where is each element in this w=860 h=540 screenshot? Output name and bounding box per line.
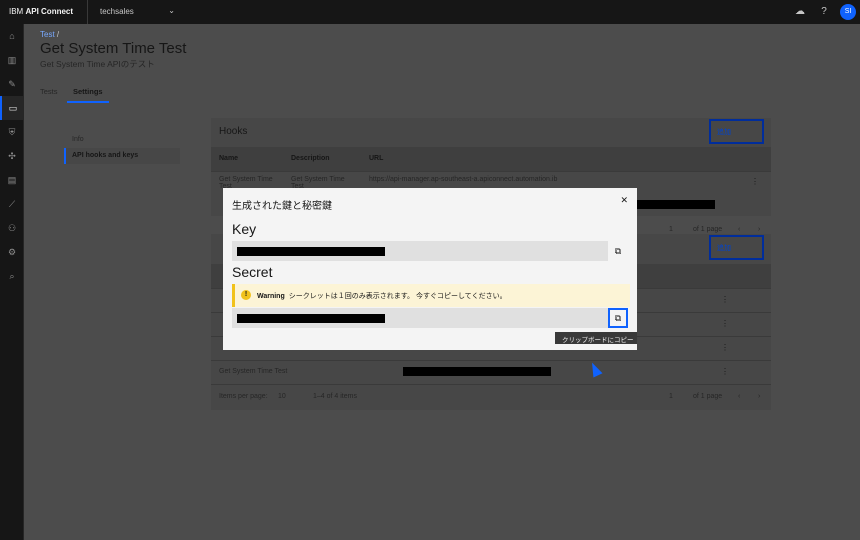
warning-notification: ! Warning シークレットは１回のみ表示されます。 今すぐコピーしてください… (232, 284, 630, 307)
analytics-icon[interactable]: ⟋ (0, 192, 24, 216)
next-page-icon[interactable]: › (758, 393, 760, 400)
chevron-down-icon: ⌄ (168, 6, 175, 15)
kebab-icon[interactable]: ⋮ (721, 319, 729, 328)
secret-label: Secret (232, 264, 273, 280)
top-bar: IBM API Connect techsales ⌄ ☁ ? SI (0, 0, 860, 24)
brand-name: API Connect (25, 7, 74, 16)
brand-prefix: IBM (9, 7, 24, 16)
side-nav: ⌂ ▥ ✎ ▭ ⛨ ✣ ▤ ⟋ ⚇ ⚙ ⌕ (0, 24, 24, 540)
page-select[interactable]: 1 (669, 226, 673, 233)
home-icon[interactable]: ⌂ (0, 24, 24, 48)
cloud-icon[interactable]: ☁ (793, 5, 807, 19)
generated-keys-modal: 生成された鍵と秘密鍵 ✕ Key ⧉ Secret ! Warning シークレッ… (223, 188, 637, 350)
prev-page-icon[interactable]: ‹ (738, 226, 740, 233)
close-icon[interactable]: ✕ (620, 195, 628, 206)
copy-tooltip: クリップボードにコピー (555, 332, 637, 344)
security-icon[interactable]: ⛨ (0, 120, 24, 144)
doc-icon[interactable]: ▤ (0, 168, 24, 192)
breadcrumb: Test / (40, 30, 59, 39)
item-range: 1–4 of 4 items (313, 393, 357, 400)
pagination: Items per page: 10 1–4 of 4 items 1 of 1… (211, 384, 771, 410)
key-field[interactable] (232, 241, 608, 261)
page-subtitle: Get System Time APIのテスト (40, 59, 155, 69)
redaction-bar (237, 247, 385, 256)
test-icon[interactable]: ▭ (0, 96, 24, 120)
tab-tests[interactable]: Tests (40, 87, 58, 96)
hook-url: https://api-manager.ap-southeast-a.apico… (369, 176, 558, 183)
breadcrumb-separator: / (56, 30, 60, 39)
search-icon[interactable]: ⌕ (0, 264, 24, 288)
key-name: Get System Time Test (219, 368, 288, 375)
kebab-icon[interactable]: ⋮ (721, 367, 729, 376)
secret-field[interactable] (232, 308, 608, 328)
page-count: of 1 page (693, 393, 723, 400)
hooks-table-header: Name Description URL (211, 147, 771, 171)
items-per-page-label: Items per page: (219, 393, 268, 400)
redaction-bar (237, 314, 385, 323)
column-url[interactable]: URL (369, 155, 383, 162)
next-page-icon[interactable]: › (758, 226, 760, 233)
redaction-bar (403, 367, 551, 376)
org-selector[interactable]: techsales ⌄ (87, 0, 183, 24)
brand[interactable]: IBM API Connect (9, 7, 73, 16)
side-menu-api-hooks-and-keys[interactable]: API hooks and keys (64, 148, 180, 164)
prev-page-icon[interactable]: ‹ (738, 393, 740, 400)
copy-icon[interactable]: ⧉ (608, 241, 628, 261)
tab-settings[interactable]: Settings (67, 87, 109, 103)
copy-icon[interactable]: ⧉ (608, 308, 628, 328)
warning-title: Warning (257, 293, 285, 300)
add-hook-button[interactable]: 追加 (709, 119, 764, 144)
column-description[interactable]: Description (291, 155, 330, 162)
items-per-page-select[interactable]: 10 (278, 393, 286, 400)
warning-message: シークレットは１回のみ表示されます。 今すぐコピーしてください。 (288, 293, 507, 300)
kebab-icon[interactable]: ⋮ (751, 177, 759, 186)
page-title: Get System Time Test (40, 40, 187, 57)
page-select[interactable]: 1 (669, 393, 673, 400)
kebab-icon[interactable]: ⋮ (721, 295, 729, 304)
warning-icon: ! (241, 290, 251, 300)
community-icon[interactable]: ⚇ (0, 216, 24, 240)
settings-icon[interactable]: ⚙ (0, 240, 24, 264)
key-label: Key (232, 221, 257, 237)
org-name: techsales (100, 7, 134, 16)
catalog-icon[interactable]: ▥ (0, 48, 24, 72)
side-menu-info[interactable]: Info (64, 136, 84, 143)
edit-icon[interactable]: ✎ (0, 72, 24, 96)
hooks-title: Hooks (219, 126, 248, 137)
avatar[interactable]: SI (840, 4, 856, 20)
apps-icon[interactable]: ✣ (0, 144, 24, 168)
add-key-button[interactable]: 追加 (709, 235, 764, 260)
kebab-icon[interactable]: ⋮ (721, 343, 729, 352)
breadcrumb-test-link[interactable]: Test (40, 30, 55, 39)
modal-title: 生成された鍵と秘密鍵 (232, 201, 332, 212)
help-icon[interactable]: ? (817, 5, 831, 19)
page-count: of 1 page (693, 226, 723, 233)
column-name[interactable]: Name (219, 155, 238, 162)
